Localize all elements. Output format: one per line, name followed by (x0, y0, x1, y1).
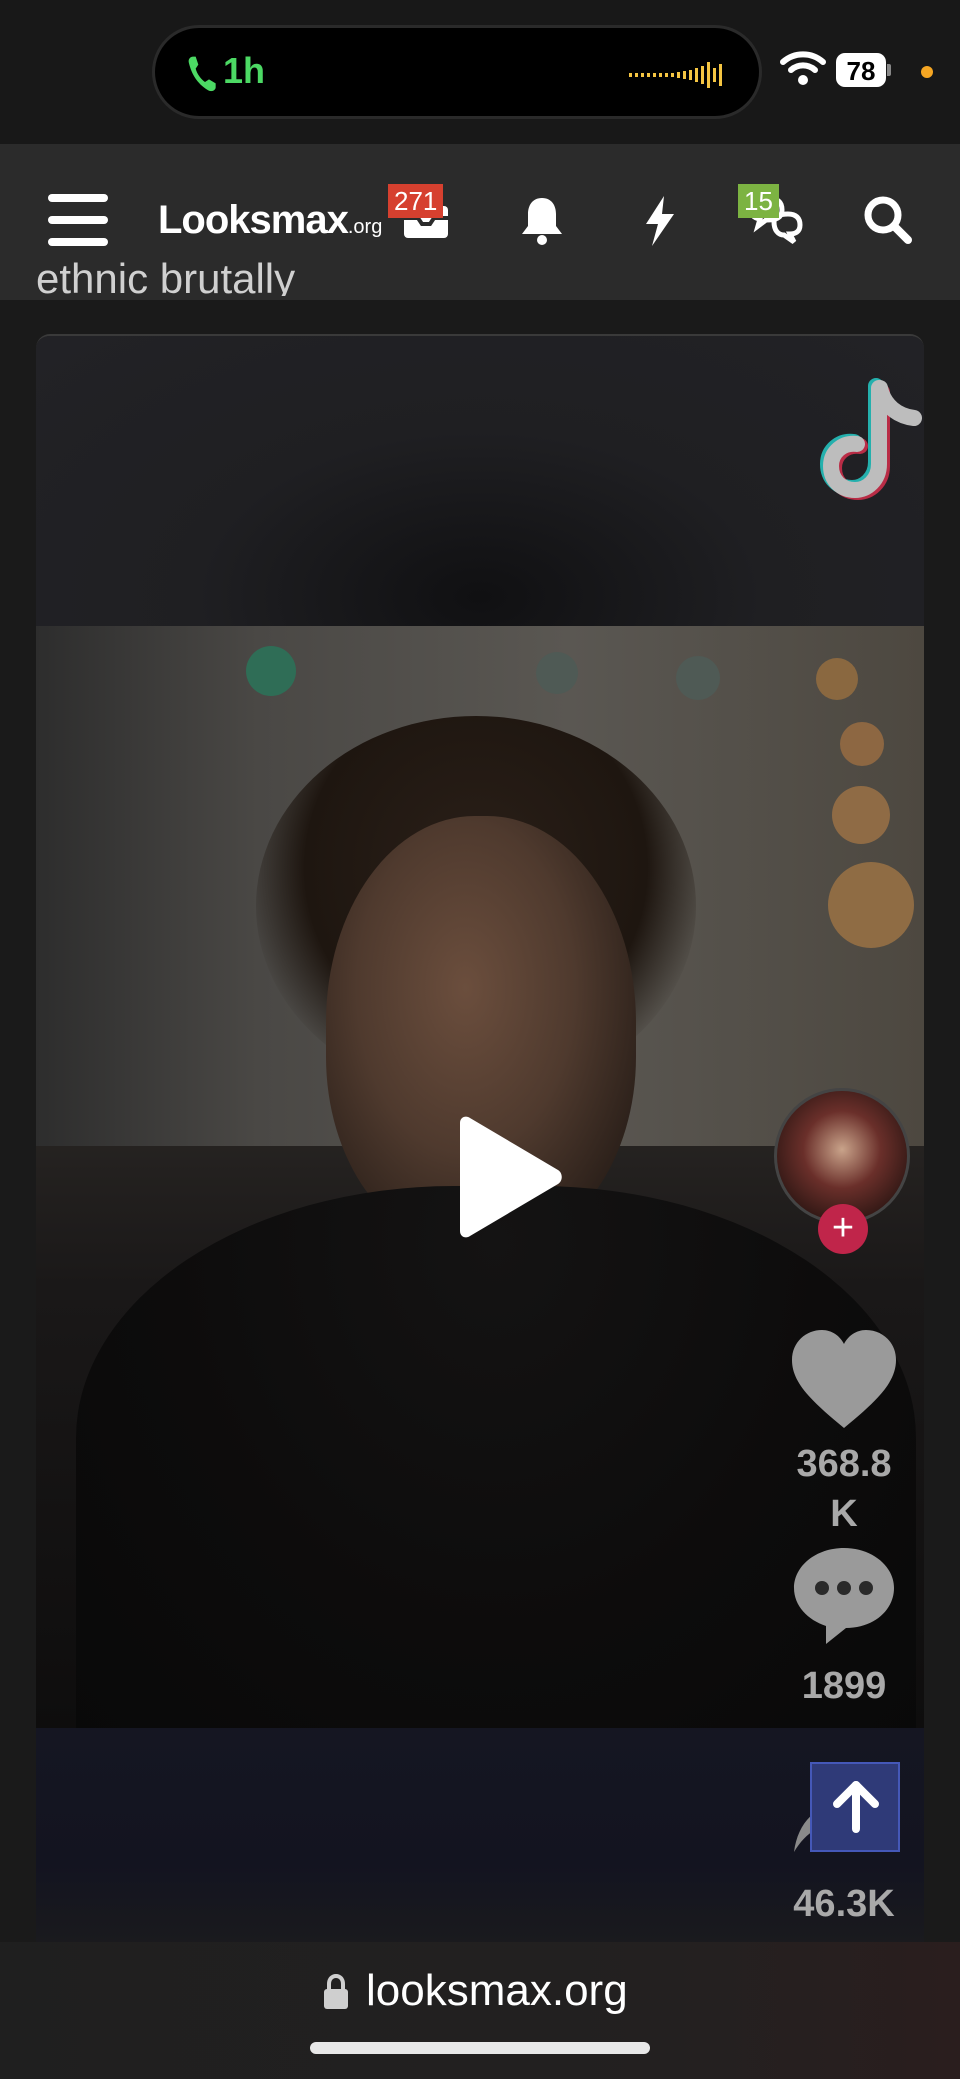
likes-count-line2: K (830, 1493, 858, 1535)
conversations-badge: 15 (738, 184, 779, 218)
hamburger-icon[interactable] (48, 194, 108, 246)
wall-dot (246, 646, 296, 696)
search-icon[interactable] (860, 192, 916, 248)
battery-indicator: 78 (836, 53, 892, 87)
call-duration: 1h (223, 50, 266, 91)
privacy-indicator (921, 66, 933, 78)
embed-top-blur (36, 336, 924, 626)
lightning-icon[interactable] (632, 192, 688, 248)
dynamic-island[interactable]: 1h (152, 25, 762, 119)
wall-dot (828, 862, 914, 948)
heart-icon[interactable] (790, 1328, 898, 1432)
battery-level: 78 (846, 56, 876, 86)
logo-main: Looksmax (158, 198, 349, 242)
home-indicator[interactable] (310, 2042, 650, 2054)
shares-count: 46.3K (793, 1883, 895, 1925)
wall-dot (536, 652, 578, 694)
wifi-icon (780, 51, 826, 85)
scroll-to-top-button[interactable] (810, 1762, 900, 1852)
url-text[interactable]: looksmax.org (366, 1966, 628, 2016)
comments-count: 1899 (801, 1665, 887, 1707)
play-icon[interactable] (430, 1102, 580, 1252)
comment-icon[interactable] (790, 1544, 898, 1648)
status-bar: 1h 78 (0, 0, 960, 144)
wall-dot (676, 656, 720, 700)
lock-icon (324, 1974, 348, 2009)
wall-dot (816, 658, 858, 700)
bell-icon[interactable] (514, 192, 570, 248)
site-logo[interactable]: Looksmax.org (158, 198, 382, 243)
wall-dot (832, 786, 890, 844)
likes-count-line1: 368.8 (796, 1443, 892, 1485)
arrow-up-icon (833, 1781, 879, 1833)
logo-sub: .org (347, 216, 383, 238)
browser-url-bar[interactable]: looksmax.org (0, 1942, 960, 2079)
waveform-icon (629, 62, 722, 88)
follow-button[interactable]: + (818, 1204, 868, 1254)
tiktok-logo[interactable] (814, 372, 924, 502)
thread-title: ethnic brutally (36, 255, 296, 296)
wall-dot (840, 722, 884, 766)
inbox-badge: 271 (388, 184, 444, 218)
call-icon (188, 56, 216, 92)
